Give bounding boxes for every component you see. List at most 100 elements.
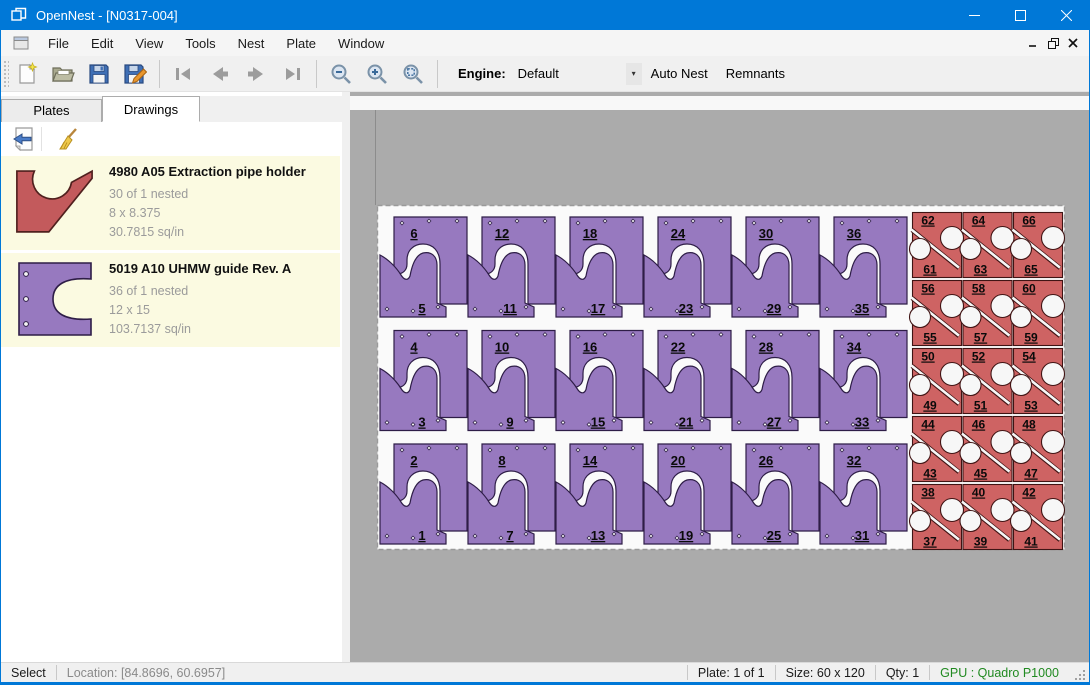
status-bar: Select Location: [84.8696, 60.6957] Plat… bbox=[1, 662, 1089, 682]
minimize-button[interactable] bbox=[951, 0, 997, 30]
svg-text:14: 14 bbox=[583, 453, 598, 468]
toolbar-separator bbox=[159, 60, 160, 88]
svg-text:58: 58 bbox=[972, 282, 986, 296]
svg-text:13: 13 bbox=[591, 528, 605, 543]
mdi-restore-button[interactable] bbox=[1043, 33, 1063, 53]
last-plate-button[interactable] bbox=[277, 59, 307, 89]
panel-toolbar-separator bbox=[41, 127, 42, 151]
next-plate-button[interactable] bbox=[241, 59, 271, 89]
svg-text:7: 7 bbox=[506, 528, 513, 543]
uhmw-guide-shape-icon bbox=[16, 261, 94, 337]
svg-text:31: 31 bbox=[855, 528, 869, 543]
nest-view[interactable]: 6512111817242330293635431091615222128273… bbox=[350, 92, 1089, 662]
drawing-title: 5019 A10 UHMW guide Rev. A bbox=[109, 261, 340, 276]
go-previous-icon bbox=[208, 62, 232, 86]
svg-text:16: 16 bbox=[583, 340, 597, 355]
drawing-area: 103.7137 sq/in bbox=[109, 320, 340, 339]
send-back-to-drawings-button[interactable] bbox=[9, 125, 37, 153]
save-button[interactable] bbox=[84, 59, 114, 89]
first-plate-button[interactable] bbox=[169, 59, 199, 89]
tab-drawings[interactable]: Drawings bbox=[102, 96, 200, 122]
menu-nest[interactable]: Nest bbox=[227, 32, 276, 55]
svg-text:30: 30 bbox=[759, 226, 773, 241]
drawing-title: 4980 A05 Extraction pipe holder bbox=[109, 164, 340, 179]
svg-text:19: 19 bbox=[679, 528, 693, 543]
zoom-fit-button[interactable] bbox=[398, 59, 428, 89]
maximize-button[interactable] bbox=[997, 0, 1043, 30]
zoom-in-button[interactable] bbox=[362, 59, 392, 89]
auto-nest-button[interactable]: Auto Nest bbox=[642, 60, 717, 87]
toolbar-grip[interactable] bbox=[3, 60, 9, 88]
list-item-extraction-pipe-holder[interactable]: 4980 A05 Extraction pipe holder 30 of 1 … bbox=[1, 156, 340, 250]
mdi-minimize-button[interactable] bbox=[1023, 33, 1043, 53]
open-file-button[interactable] bbox=[48, 59, 78, 89]
svg-text:56: 56 bbox=[921, 282, 935, 296]
svg-text:23: 23 bbox=[679, 301, 693, 316]
mdi-minimize-icon bbox=[1028, 38, 1038, 48]
svg-text:52: 52 bbox=[972, 350, 986, 364]
zoom-fit-icon bbox=[401, 62, 425, 86]
new-file-button[interactable] bbox=[12, 59, 42, 89]
svg-text:38: 38 bbox=[921, 486, 935, 500]
status-size: Size: 60 x 120 bbox=[776, 666, 875, 680]
panel-toolbar bbox=[1, 122, 342, 155]
tab-plates[interactable]: Plates bbox=[1, 99, 102, 122]
engine-value: Default bbox=[514, 66, 626, 81]
remnants-button[interactable]: Remnants bbox=[717, 60, 794, 87]
back-arrow-document-icon bbox=[10, 126, 36, 152]
maximize-icon bbox=[1015, 10, 1026, 21]
save-as-icon bbox=[123, 62, 147, 86]
svg-text:50: 50 bbox=[921, 350, 935, 364]
menu-tools[interactable]: Tools bbox=[174, 32, 226, 55]
svg-text:26: 26 bbox=[759, 453, 773, 468]
resize-grip[interactable] bbox=[1073, 668, 1087, 682]
clear-broom-button[interactable] bbox=[54, 125, 82, 153]
save-as-button[interactable] bbox=[120, 59, 150, 89]
zoom-out-icon bbox=[329, 62, 353, 86]
go-first-icon bbox=[172, 62, 196, 86]
svg-text:18: 18 bbox=[583, 226, 597, 241]
svg-text:53: 53 bbox=[1024, 399, 1038, 413]
app-icon bbox=[11, 7, 27, 23]
drawings-list: 4980 A05 Extraction pipe holder 30 of 1 … bbox=[1, 156, 340, 350]
svg-text:63: 63 bbox=[974, 263, 988, 277]
broom-icon bbox=[55, 126, 81, 152]
mdi-close-button[interactable] bbox=[1063, 33, 1083, 53]
menu-view[interactable]: View bbox=[124, 32, 174, 55]
menu-bar: File Edit View Tools Nest Plate Window bbox=[1, 30, 1089, 56]
drawing-thumbnail bbox=[1, 162, 109, 242]
zoom-out-button[interactable] bbox=[326, 59, 356, 89]
svg-text:65: 65 bbox=[1024, 263, 1038, 277]
svg-text:27: 27 bbox=[767, 415, 781, 430]
previous-plate-button[interactable] bbox=[205, 59, 235, 89]
list-item-uhmw-guide[interactable]: 5019 A10 UHMW guide Rev. A 36 of 1 neste… bbox=[1, 253, 340, 347]
svg-text:3: 3 bbox=[418, 415, 425, 430]
svg-text:4: 4 bbox=[410, 340, 418, 355]
svg-text:5: 5 bbox=[418, 301, 425, 316]
menu-edit[interactable]: Edit bbox=[80, 32, 124, 55]
close-button[interactable] bbox=[1043, 0, 1089, 30]
panel-splitter[interactable] bbox=[342, 92, 350, 662]
svg-text:25: 25 bbox=[767, 528, 781, 543]
toolbar-separator bbox=[316, 60, 317, 88]
svg-text:22: 22 bbox=[671, 340, 685, 355]
drawing-nested-count: 36 of 1 nested bbox=[109, 282, 340, 301]
combo-dropdown-button[interactable]: ▾ bbox=[626, 63, 642, 85]
close-icon bbox=[1061, 10, 1072, 21]
pipe-holder-shape-icon bbox=[12, 168, 98, 236]
svg-text:49: 49 bbox=[923, 399, 937, 413]
nest-canvas[interactable]: 6512111817242330293635431091615222128273… bbox=[350, 92, 1089, 662]
svg-text:36: 36 bbox=[847, 226, 861, 241]
svg-text:47: 47 bbox=[1024, 467, 1038, 481]
menu-window[interactable]: Window bbox=[327, 32, 395, 55]
menu-file[interactable]: File bbox=[37, 32, 80, 55]
status-gpu: GPU : Quadro P1000 bbox=[930, 666, 1069, 680]
svg-text:62: 62 bbox=[921, 214, 935, 228]
svg-text:33: 33 bbox=[855, 415, 869, 430]
engine-combobox[interactable]: Default ▾ bbox=[514, 62, 642, 86]
svg-text:37: 37 bbox=[923, 535, 937, 549]
menu-plate[interactable]: Plate bbox=[275, 32, 327, 55]
svg-text:29: 29 bbox=[767, 301, 781, 316]
chevron-down-icon: ▾ bbox=[632, 69, 636, 78]
svg-text:51: 51 bbox=[974, 399, 988, 413]
